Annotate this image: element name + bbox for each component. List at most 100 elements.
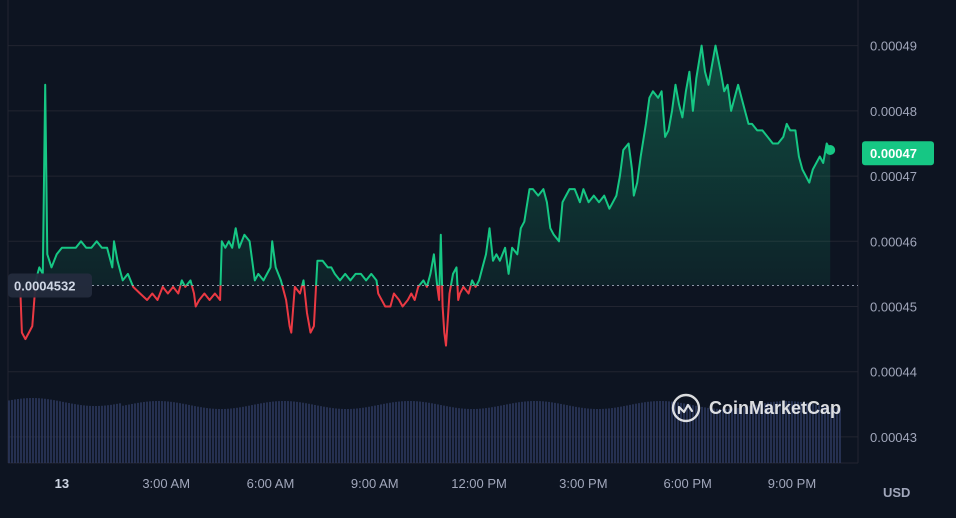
- y-tick-label: 0.00045: [870, 299, 917, 314]
- volume-bar: [206, 408, 208, 463]
- volume-bar: [107, 405, 109, 463]
- volume-bar: [581, 407, 583, 463]
- volume-bar: [29, 398, 31, 463]
- y-tick-label: 0.00044: [870, 365, 917, 380]
- volume-bar: [554, 402, 556, 463]
- volume-bar: [230, 408, 232, 463]
- chart-canvas[interactable]: 0.00043 0.00044 0.00045 0.00046 0.00047 0.000…: [0, 0, 956, 518]
- volume-bar: [326, 407, 328, 463]
- volume-bar: [377, 404, 379, 463]
- volume-bar: [254, 404, 256, 463]
- volume-bar: [692, 405, 694, 463]
- volume-bar: [44, 398, 46, 463]
- volume-bar: [617, 407, 619, 463]
- volume-bar: [338, 408, 340, 463]
- volume-bar: [308, 403, 310, 463]
- volume-bar: [485, 408, 487, 463]
- volume-bar: [509, 403, 511, 463]
- volume-bar: [524, 401, 526, 463]
- volume-bar: [638, 403, 640, 463]
- volume-bar: [632, 404, 634, 463]
- volume-bar: [614, 407, 616, 463]
- volume-bar: [650, 401, 652, 463]
- volume-bar: [8, 400, 10, 463]
- volume-bar: [470, 408, 472, 463]
- volume-bar: [260, 403, 262, 463]
- volume-bar: [290, 401, 292, 463]
- volume-bar: [653, 401, 655, 463]
- volume-bar: [281, 401, 283, 463]
- volume-bar: [344, 408, 346, 463]
- volume-bar: [353, 408, 355, 463]
- volume-bar: [386, 403, 388, 463]
- volume-bar: [602, 408, 604, 463]
- volume-bar: [122, 405, 124, 463]
- volume-bar: [464, 408, 466, 463]
- volume-bar: [428, 402, 430, 463]
- volume-bar: [296, 401, 298, 463]
- volume-bar: [482, 408, 484, 463]
- volume-bar: [287, 401, 289, 463]
- volume-bar: [188, 404, 190, 463]
- volume-bar: [398, 401, 400, 463]
- volume-bar: [473, 408, 475, 463]
- volume-bar: [62, 401, 64, 463]
- volume-bar: [332, 408, 334, 463]
- volume-bar: [98, 405, 100, 463]
- x-tick-label: 3:00 PM: [559, 476, 607, 491]
- volume-bar: [512, 403, 514, 463]
- volume-bar: [407, 401, 409, 463]
- volume-bar: [245, 406, 247, 463]
- volume-bar: [14, 399, 16, 463]
- volume-bar: [380, 404, 382, 463]
- volume-bar: [92, 405, 94, 463]
- current-price-label: 0.00047: [870, 146, 917, 161]
- volume-bar: [215, 408, 217, 463]
- volume-bar: [137, 402, 139, 463]
- volume-bar: [635, 403, 637, 463]
- volume-bar: [218, 408, 220, 463]
- volume-bar: [203, 407, 205, 463]
- volume-bar: [410, 401, 412, 463]
- volume-bar: [311, 404, 313, 463]
- volume-bar: [284, 401, 286, 463]
- volume-bar: [302, 402, 304, 463]
- volume-bar: [392, 402, 394, 463]
- volume-bar: [41, 398, 43, 463]
- volume-bar: [599, 408, 601, 463]
- volume-bar: [686, 403, 688, 463]
- volume-bar: [506, 404, 508, 463]
- volume-bar: [74, 404, 76, 463]
- volume-bar: [401, 401, 403, 463]
- volume-bar: [152, 401, 154, 463]
- volume-bar: [179, 403, 181, 463]
- volume-bar: [590, 408, 592, 463]
- volume-bar: [38, 398, 40, 463]
- y-tick-label: 0.00049: [870, 39, 917, 54]
- volume-bar: [488, 407, 490, 463]
- volume-bar: [641, 402, 643, 463]
- volume-bar: [299, 402, 301, 463]
- volume-bar: [113, 404, 115, 463]
- volume-bar: [389, 402, 391, 463]
- volume-bar: [269, 401, 271, 463]
- volume-bar: [140, 402, 142, 463]
- volume-bar: [494, 406, 496, 463]
- y-tick-label: 0.00048: [870, 104, 917, 119]
- volume-bar: [176, 402, 178, 463]
- volume-bar: [350, 408, 352, 463]
- volume-bar: [173, 402, 175, 463]
- volume-bar: [104, 405, 106, 463]
- volume-bar: [71, 403, 73, 463]
- x-tick-label: 13: [55, 476, 69, 491]
- volume-bar: [416, 401, 418, 463]
- volume-bar: [446, 406, 448, 463]
- volume-bar: [164, 401, 166, 463]
- volume-bar: [323, 406, 325, 463]
- volume-bar: [587, 408, 589, 463]
- volume-bar: [158, 401, 160, 463]
- volume-bar: [317, 405, 319, 463]
- open-price-badge: 0.0004532: [8, 273, 92, 298]
- volume-bar: [146, 401, 148, 463]
- volume-bar: [629, 404, 631, 463]
